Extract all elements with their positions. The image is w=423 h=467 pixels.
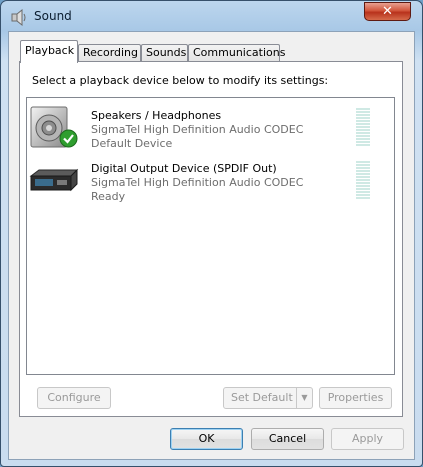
volume-level-meter bbox=[356, 161, 370, 201]
configure-button[interactable]: Configure bbox=[37, 387, 111, 409]
device-name: Speakers / Headphones bbox=[91, 109, 222, 122]
device-name: Digital Output Device (SPDIF Out) bbox=[91, 162, 277, 175]
device-list[interactable]: Speakers / Headphones SigmaTel High Defi… bbox=[26, 97, 395, 375]
device-status: Default Device bbox=[91, 137, 173, 150]
window-title: Sound bbox=[34, 9, 72, 23]
volume-level-meter bbox=[356, 108, 370, 148]
device-item-speakers[interactable]: Speakers / Headphones SigmaTel High Defi… bbox=[27, 101, 394, 153]
properties-button[interactable]: Properties bbox=[319, 387, 392, 409]
close-button[interactable]: ✕ bbox=[364, 2, 411, 21]
device-driver: SigmaTel High Definition Audio CODEC bbox=[91, 176, 304, 189]
tab-playback[interactable]: Playback bbox=[20, 40, 78, 63]
title-bar[interactable]: Sound ✕ bbox=[1, 1, 422, 31]
digital-output-icon bbox=[29, 168, 79, 192]
tab-recording[interactable]: Recording bbox=[78, 44, 141, 62]
cancel-button[interactable]: Cancel bbox=[251, 428, 324, 450]
device-item-digital-output[interactable]: Digital Output Device (SPDIF Out) SigmaT… bbox=[27, 154, 394, 206]
dialog-client-area: Playback Recording Sounds Communications… bbox=[8, 31, 415, 460]
sound-dialog-window: Sound ✕ Playback Recording Sounds Commun… bbox=[0, 0, 423, 467]
speaker-icon bbox=[11, 9, 26, 26]
set-default-label: Set Default bbox=[231, 391, 293, 404]
check-badge-icon bbox=[59, 129, 78, 148]
set-default-button[interactable]: Set Default ▼ bbox=[223, 387, 313, 409]
instructions-text: Select a playback device below to modify… bbox=[32, 74, 329, 87]
tab-sounds[interactable]: Sounds bbox=[141, 44, 188, 62]
device-driver: SigmaTel High Definition Audio CODEC bbox=[91, 123, 304, 136]
playback-panel: Select a playback device below to modify… bbox=[19, 61, 403, 417]
close-icon: ✕ bbox=[382, 4, 393, 19]
apply-button[interactable]: Apply bbox=[331, 428, 404, 450]
chevron-down-icon[interactable]: ▼ bbox=[296, 388, 312, 408]
tab-communications[interactable]: Communications bbox=[188, 44, 285, 62]
device-status: Ready bbox=[91, 190, 126, 203]
ok-button[interactable]: OK bbox=[170, 428, 243, 450]
